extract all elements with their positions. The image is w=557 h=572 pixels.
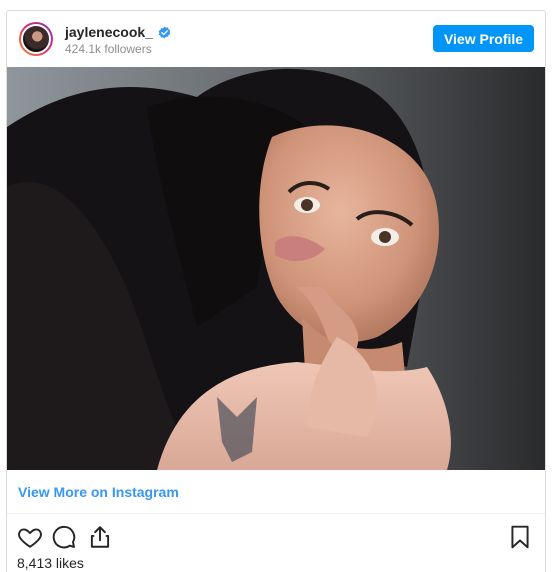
post-photo[interactable] (7, 67, 545, 470)
view-more-row: View More on Instagram (7, 470, 545, 514)
avatar[interactable] (19, 22, 53, 56)
view-more-link[interactable]: View More on Instagram (18, 484, 179, 500)
view-profile-button[interactable]: View Profile (433, 25, 534, 52)
likes-count[interactable]: 8,413 likes (17, 555, 84, 571)
post-header: jaylenecook_ 424.1k followers View Profi… (7, 11, 545, 67)
comment-icon[interactable] (51, 524, 77, 550)
username-row[interactable]: jaylenecook_ (65, 24, 171, 40)
username[interactable]: jaylenecook_ (65, 24, 153, 40)
followers-count: 424.1k followers (65, 42, 152, 56)
verified-badge-icon (158, 25, 171, 39)
bookmark-icon[interactable] (507, 524, 533, 550)
instagram-embed: jaylenecook_ 424.1k followers View Profi… (6, 10, 546, 572)
share-icon[interactable] (87, 524, 113, 550)
heart-icon[interactable] (17, 524, 43, 550)
action-bar (7, 515, 545, 555)
